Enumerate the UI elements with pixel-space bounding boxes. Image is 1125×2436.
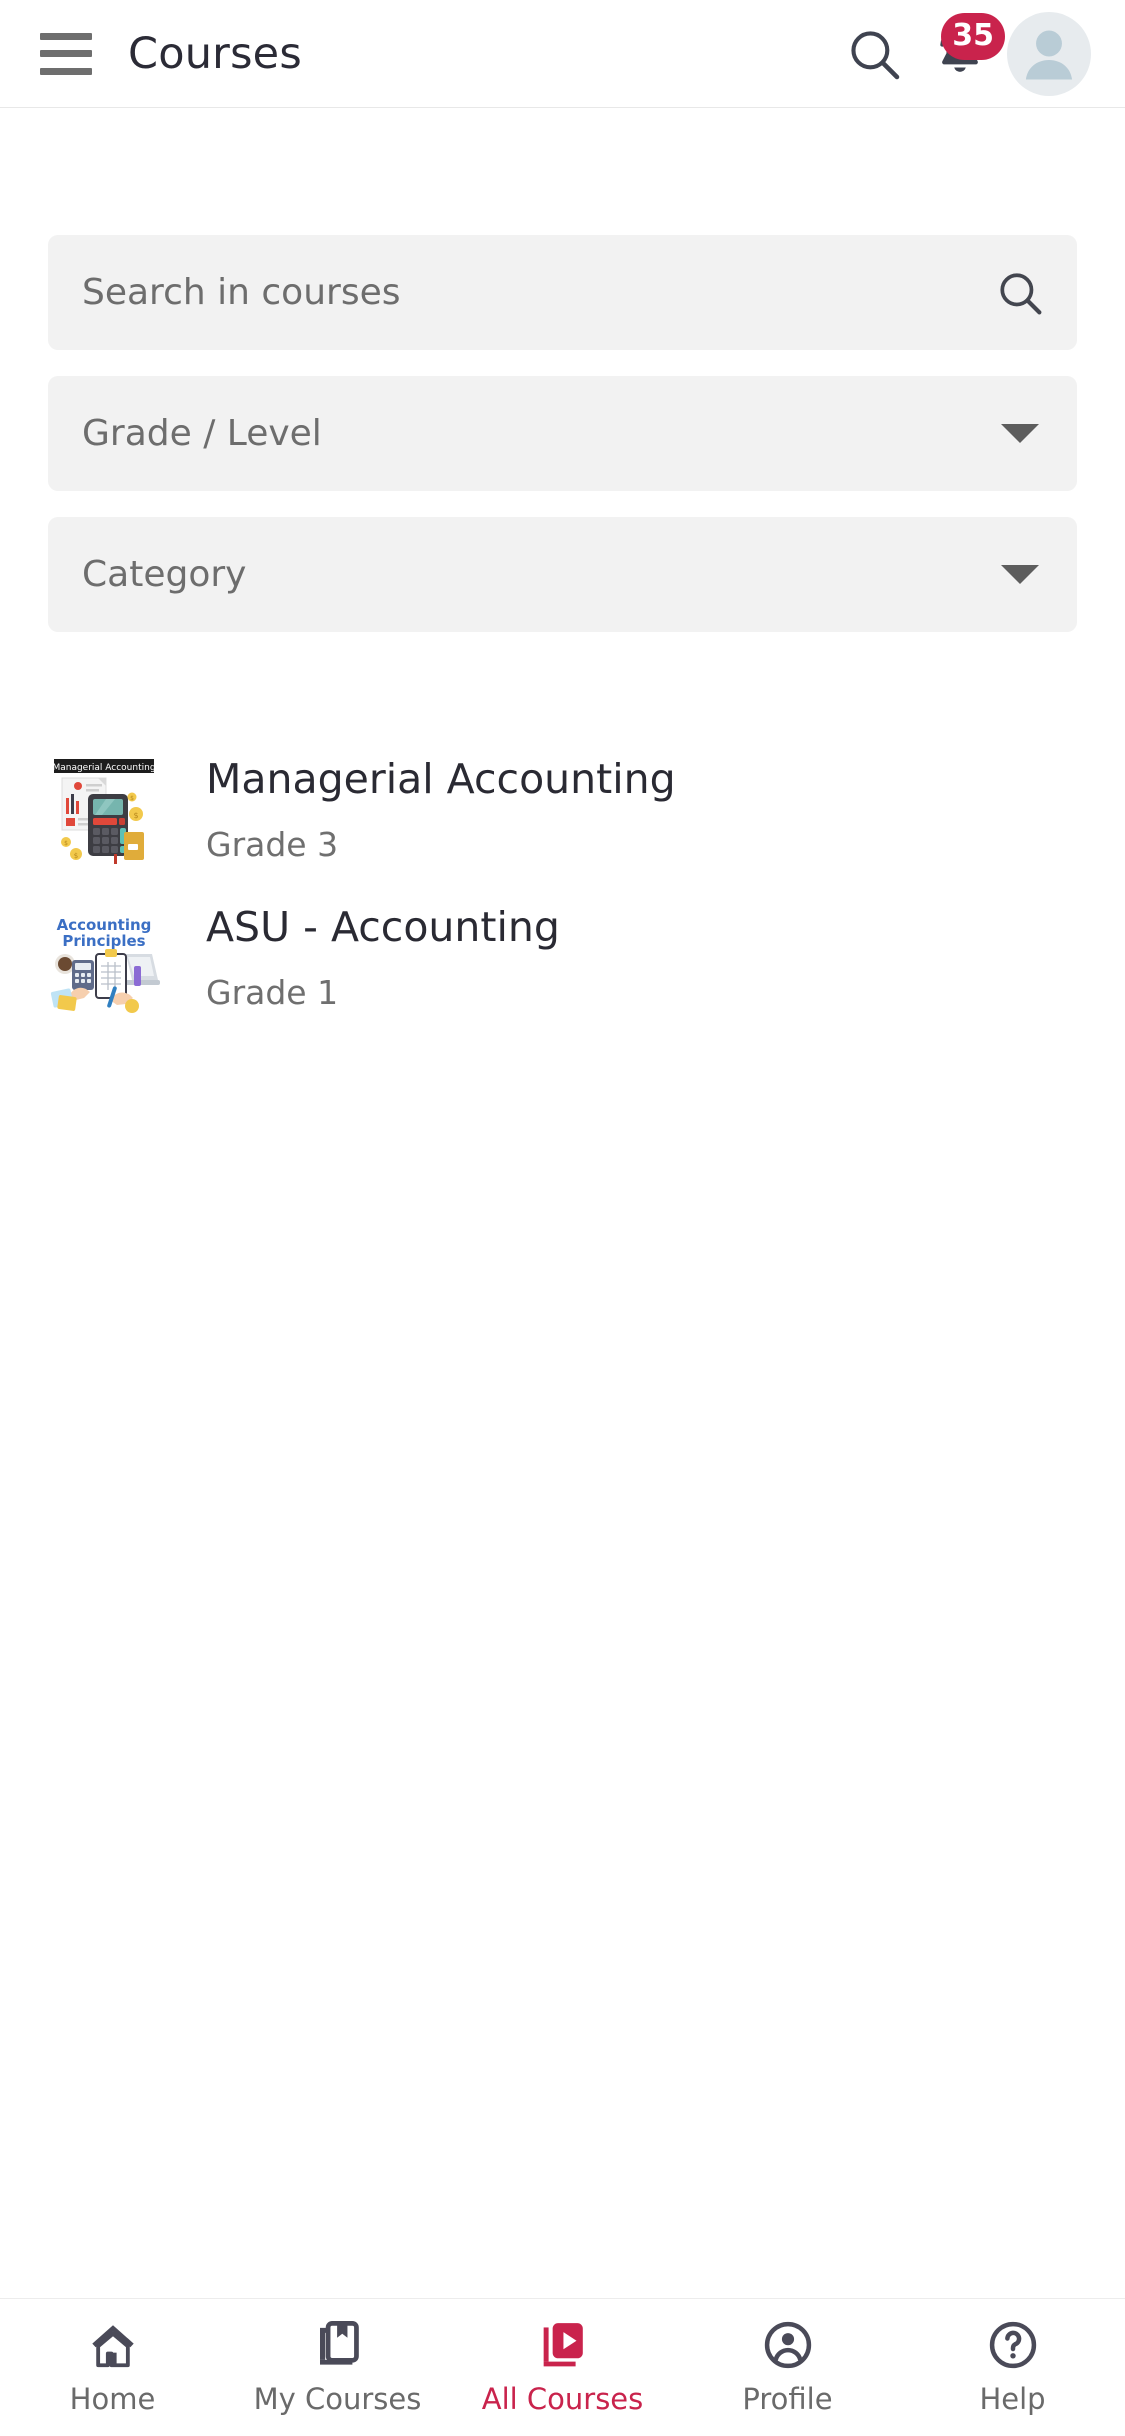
main-content: Search in courses Grade / Level Category <box>0 108 1125 2298</box>
svg-text:Managerial Accounting: Managerial Accounting <box>52 763 155 773</box>
header-actions: 35 <box>831 11 1091 97</box>
chevron-down-icon <box>1001 424 1039 443</box>
chevron-down-icon <box>1001 565 1039 584</box>
hamburger-menu-icon[interactable] <box>40 32 92 75</box>
nav-label-home: Home <box>69 2382 156 2416</box>
search-input[interactable]: Search in courses <box>48 235 1077 350</box>
table-row[interactable]: Managerial Accounting $ $ $ $ Managerial… <box>48 736 1077 884</box>
nav-label-profile: Profile <box>742 2382 833 2416</box>
course-title: Managerial Accounting <box>206 754 676 803</box>
course-info: ASU - Accounting Grade 1 <box>206 902 560 1013</box>
course-title: ASU - Accounting <box>206 902 560 951</box>
search-icon <box>1000 272 1042 314</box>
svg-text:$: $ <box>130 795 134 802</box>
accounting-principles-thumbnail: Accounting Principles <box>48 902 160 1014</box>
category-label: Category <box>82 554 247 595</box>
nav-label-my-courses: My Courses <box>253 2382 422 2416</box>
search-input-placeholder: Search in courses <box>82 272 401 313</box>
grade-level-label: Grade / Level <box>82 413 322 454</box>
notification-badge: 35 <box>941 12 1005 60</box>
grade-level-dropdown[interactable]: Grade / Level <box>48 376 1077 491</box>
svg-text:Principles: Principles <box>62 932 145 950</box>
course-grade: Grade 3 <box>206 825 339 865</box>
book-play-icon <box>536 2317 590 2373</box>
notifications-button[interactable]: 35 <box>917 11 1005 97</box>
hamburger-bar <box>40 67 92 75</box>
avatar[interactable] <box>1007 11 1091 96</box>
nav-item-all-courses[interactable]: All Courses <box>450 2317 675 2414</box>
user-avatar-icon <box>1025 30 1073 80</box>
hamburger-bar <box>40 50 92 57</box>
course-list: Managerial Accounting $ $ $ $ Managerial… <box>48 736 1077 1032</box>
nav-item-profile[interactable]: Profile <box>675 2317 900 2414</box>
search-submit-button[interactable] <box>995 268 1045 318</box>
category-dropdown[interactable]: Category <box>48 517 1077 632</box>
nav-label-help: Help <box>979 2382 1046 2416</box>
app-screen: Courses 35 Search in courses Grade / Lev… <box>0 0 1125 2436</box>
managerial-accounting-thumbnail: Managerial Accounting $ $ $ $ <box>48 754 160 866</box>
question-circle-icon <box>986 2317 1040 2373</box>
nav-item-my-courses[interactable]: My Courses <box>225 2317 450 2414</box>
course-info: Managerial Accounting Grade 3 <box>206 754 676 865</box>
category-caret[interactable] <box>1001 565 1045 584</box>
grade-level-caret[interactable] <box>1001 424 1045 443</box>
nav-item-help[interactable]: Help <box>900 2317 1125 2414</box>
svg-text:$: $ <box>64 840 68 847</box>
accounting-principles-illustration: Accounting Principles <box>48 902 160 1014</box>
hamburger-bar <box>40 32 92 40</box>
svg-text:$: $ <box>74 852 78 860</box>
nav-item-home[interactable]: Home <box>0 2317 225 2414</box>
nav-label-all-courses: All Courses <box>481 2382 644 2416</box>
book-bookmark-icon <box>311 2317 365 2373</box>
bottom-navigation: Home My Courses All Courses Profile Help <box>0 2298 1125 2436</box>
search-icon <box>851 30 900 79</box>
managerial-accounting-illustration: Managerial Accounting $ $ $ $ <box>48 754 160 866</box>
home-icon <box>86 2317 140 2373</box>
table-row[interactable]: Accounting Principles ASU - Accounting G… <box>48 884 1077 1032</box>
course-grade: Grade 1 <box>206 973 339 1013</box>
app-header: Courses 35 <box>0 0 1125 108</box>
header-search-button[interactable] <box>831 11 917 97</box>
svg-text:$: $ <box>133 811 138 820</box>
page-title: Courses <box>128 28 302 79</box>
person-circle-icon <box>761 2317 815 2373</box>
